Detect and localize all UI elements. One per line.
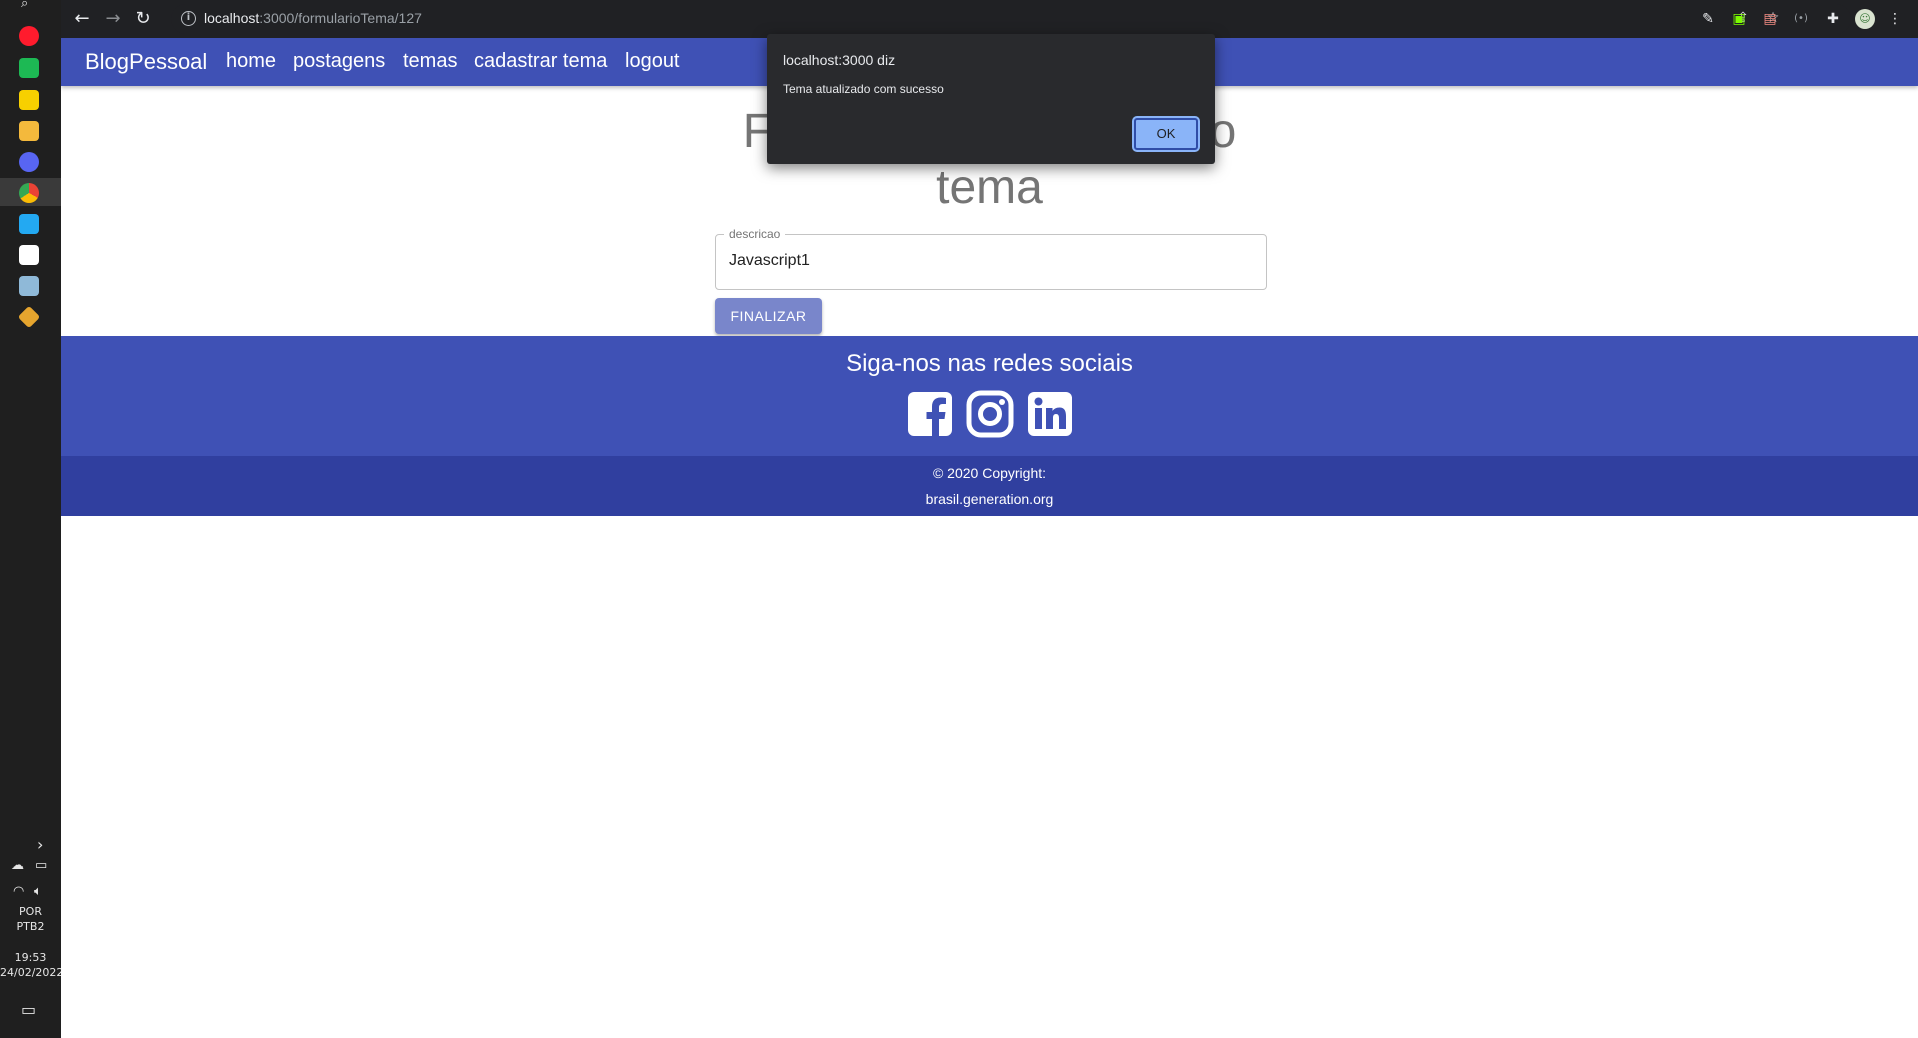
app-green-icon[interactable] (19, 58, 39, 78)
nav-temas[interactable]: temas (403, 50, 457, 73)
alert-dialog: localhost:3000 diz Tema atualizado com s… (767, 34, 1215, 164)
web-page: BlogPessoal home postagens temas cadastr… (61, 38, 1918, 1038)
finalizar-button[interactable]: FINALIZAR (715, 298, 822, 334)
footer-social: Siga-nos nas redes sociais (61, 336, 1918, 456)
site-info-icon[interactable]: i (181, 11, 196, 26)
extensions-puzzle-icon[interactable]: ✚ (1823, 9, 1843, 29)
extension-green-icon[interactable]: ▣ (1729, 9, 1749, 29)
language-code: POR (19, 905, 42, 918)
opera-icon[interactable] (19, 26, 39, 46)
file-explorer-icon[interactable] (19, 121, 39, 141)
nav-cadastrar-tema[interactable]: cadastrar tema (474, 50, 607, 73)
form-title-line2: tema (936, 161, 1043, 214)
nav-home[interactable]: home (226, 50, 276, 73)
notion-icon[interactable] (19, 245, 39, 265)
keyboard-layout: PTB2 (16, 920, 45, 933)
clock-date: 24/02/2022 (0, 966, 64, 979)
ok-button[interactable]: OK (1134, 118, 1198, 150)
address-bar[interactable]: i localhost:3000/formularioTema/127 ⇪ ☆ (171, 4, 1851, 34)
chevron-right-icon[interactable]: › (37, 835, 43, 854)
wifi-icon[interactable]: ◠ (13, 884, 24, 899)
reload-icon[interactable]: ↻ (131, 7, 155, 31)
extension-red-icon[interactable]: ▤ (1760, 9, 1780, 29)
clock[interactable]: 19:53 24/02/2022 (0, 950, 64, 980)
sticky-notes-icon[interactable] (19, 90, 39, 110)
os-taskbar: ⌕ › ☁ ▭ ◠ 🔈︎ POR PTB2 19:53 24/02/2022 ▭ (0, 0, 64, 1038)
brand-title: BlogPessoal (85, 49, 208, 74)
extension-dark-icon[interactable]: (•) (1791, 9, 1811, 29)
dialog-message: Tema atualizado com sucesso (783, 82, 944, 96)
chrome-icon[interactable] (19, 183, 39, 203)
search-icon[interactable]: ⌕ (21, 0, 28, 11)
extension-pen-icon[interactable]: ✎ (1698, 9, 1718, 29)
footer-copyright: © 2020 Copyright: brasil.generation.org (61, 456, 1918, 516)
discord-icon[interactable] (19, 152, 39, 172)
forward-icon[interactable]: → (101, 7, 125, 31)
url-path: :3000/formularioTema/127 (259, 10, 422, 26)
linkedin-icon[interactable] (1026, 390, 1074, 438)
site-link[interactable]: brasil.generation.org (61, 491, 1918, 507)
descricao-label: descricao (724, 227, 786, 241)
url-host: localhost (204, 10, 260, 26)
language-indicator[interactable]: POR PTB2 (0, 904, 61, 934)
nav-postagens[interactable]: postagens (293, 50, 385, 73)
facebook-icon[interactable] (906, 390, 954, 438)
dialog-title: localhost:3000 diz (783, 52, 896, 68)
instagram-icon[interactable] (966, 390, 1014, 438)
notifications-icon[interactable]: ▭ (21, 1000, 36, 1019)
nav-logout[interactable]: logout (625, 50, 680, 73)
url-text[interactable]: localhost:3000/formularioTema/127 (204, 10, 422, 26)
vscode-icon[interactable] (19, 214, 39, 234)
descricao-input[interactable] (729, 252, 1249, 270)
browser-menu-icon[interactable]: ⋮ (1885, 9, 1905, 29)
copyright-text: © 2020 Copyright: (932, 465, 1047, 481)
volume-icon[interactable]: 🔈︎ (34, 884, 42, 899)
footer-heading: Siga-nos nas redes sociais (846, 350, 1133, 377)
battery-icon[interactable]: ▭ (35, 858, 47, 873)
descricao-field[interactable]: descricao (715, 227, 1267, 290)
clock-time: 19:53 (14, 951, 47, 964)
cloud-icon[interactable]: ☁ (11, 858, 24, 873)
browser-toolbar: ← → ↻ i localhost:3000/formularioTema/12… (61, 0, 1918, 38)
notepad-icon[interactable] (19, 276, 39, 296)
back-icon[interactable]: ← (70, 7, 94, 31)
profile-avatar[interactable]: ☺ (1855, 9, 1875, 29)
git-icon[interactable] (17, 305, 41, 329)
